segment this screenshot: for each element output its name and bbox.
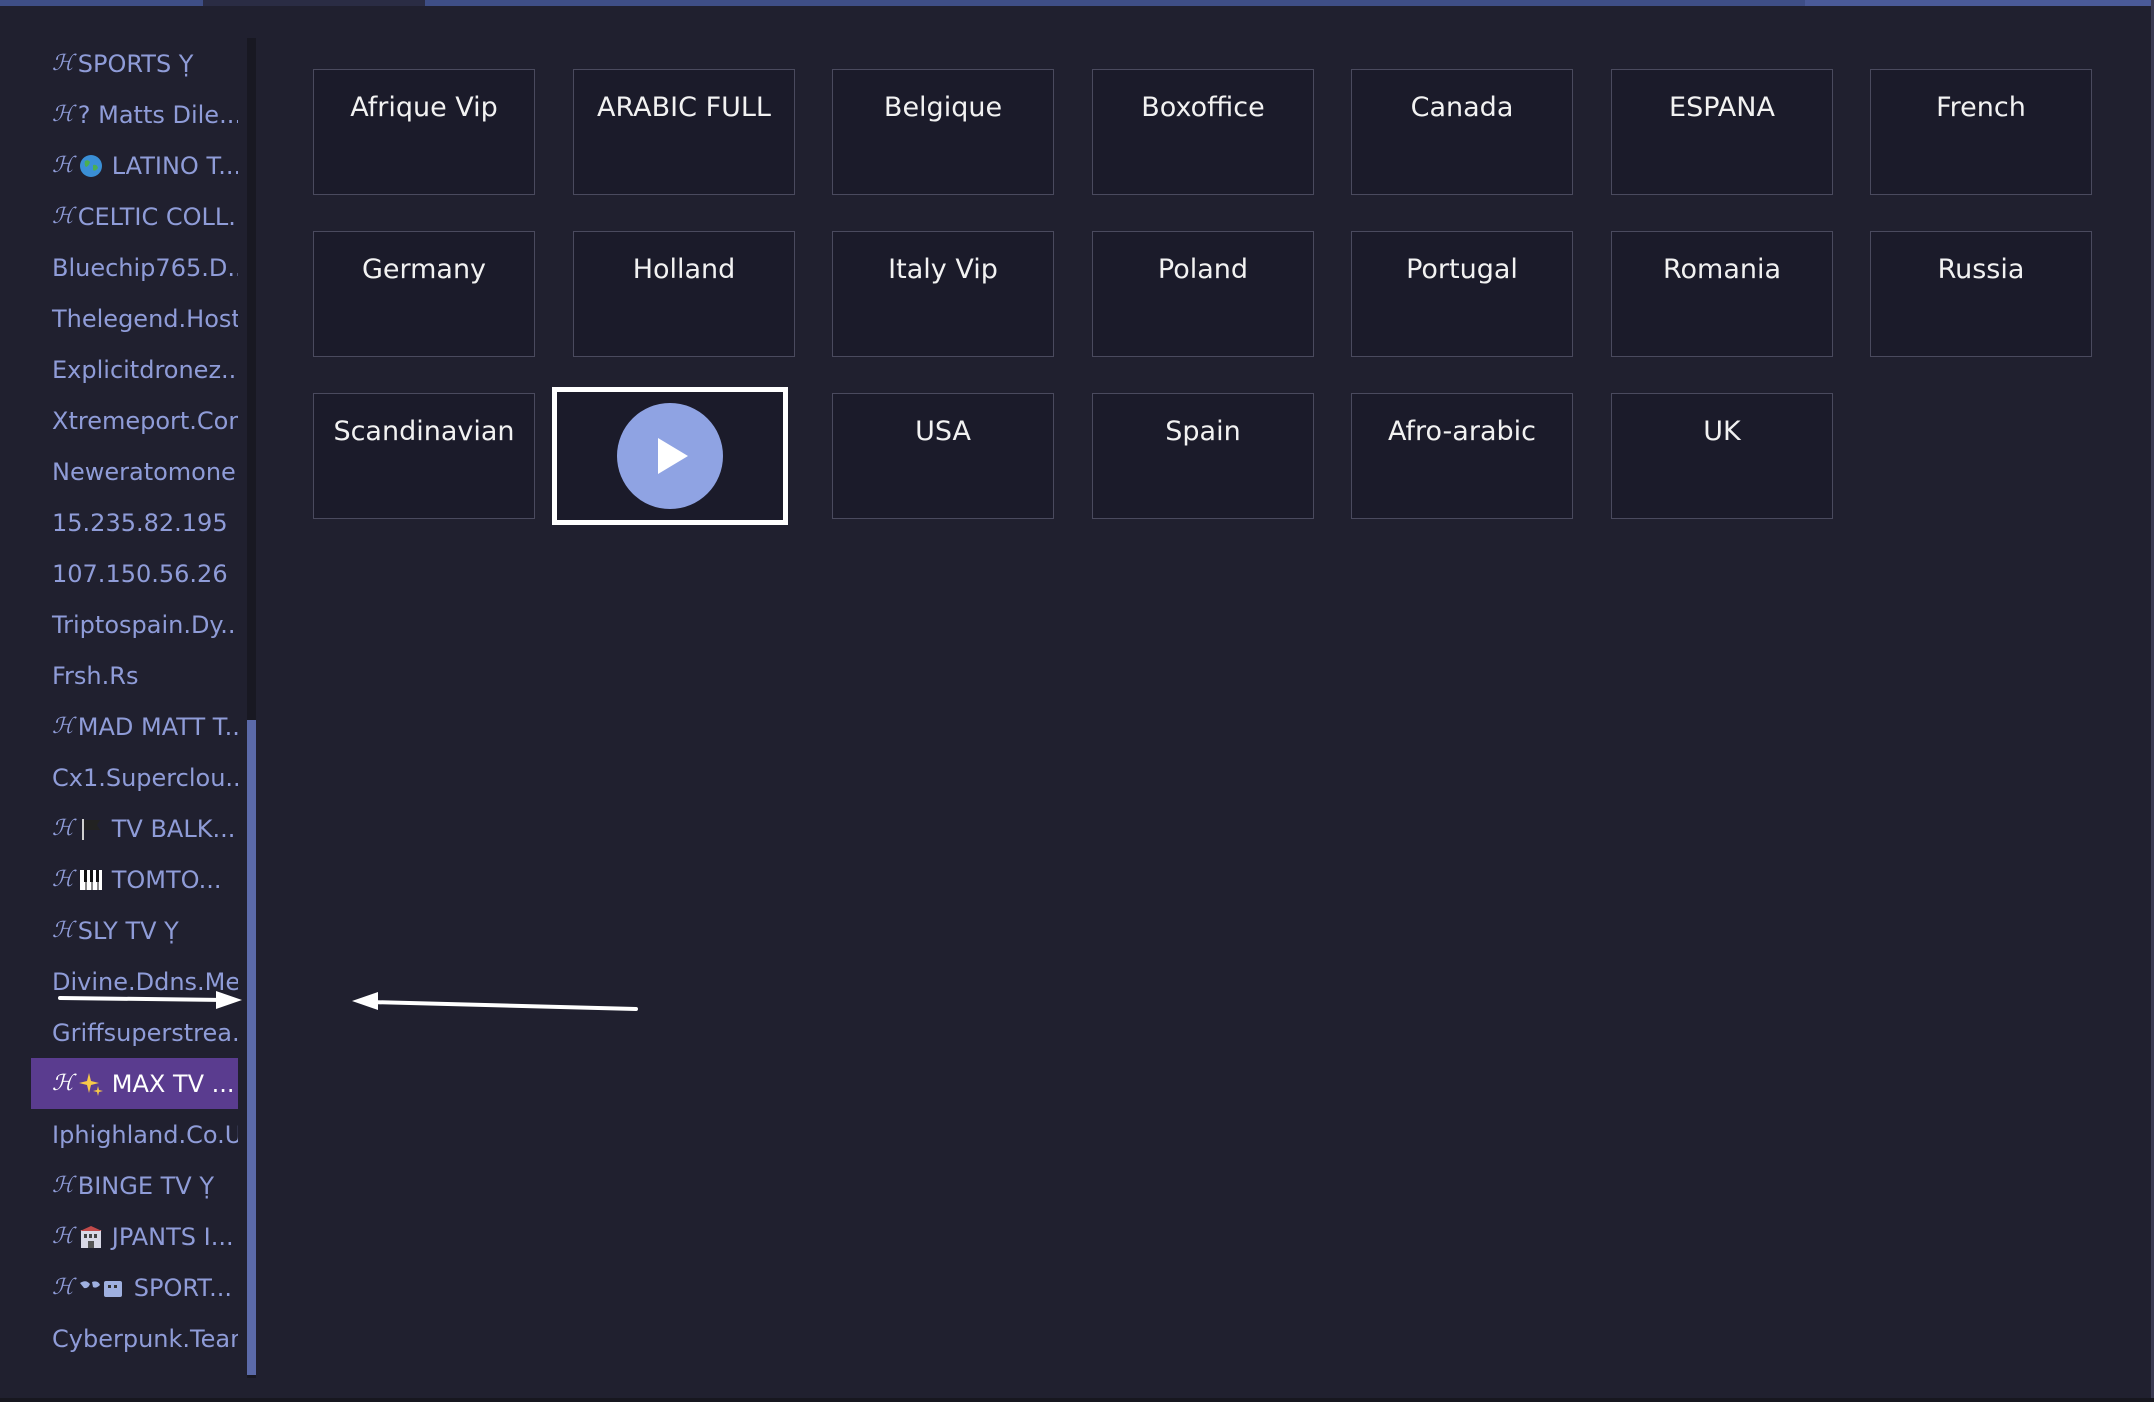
annotation-arrows [58, 991, 638, 1011]
window-edge [0, 1398, 2154, 1402]
right-arrow-icon [58, 991, 242, 1009]
left-arrow-icon [352, 992, 638, 1011]
app-window: ℋ SPORTS Ỵ ℋ? Matts Dile... ℋ LATINO T... ℋ CE… [0, 0, 2154, 1402]
